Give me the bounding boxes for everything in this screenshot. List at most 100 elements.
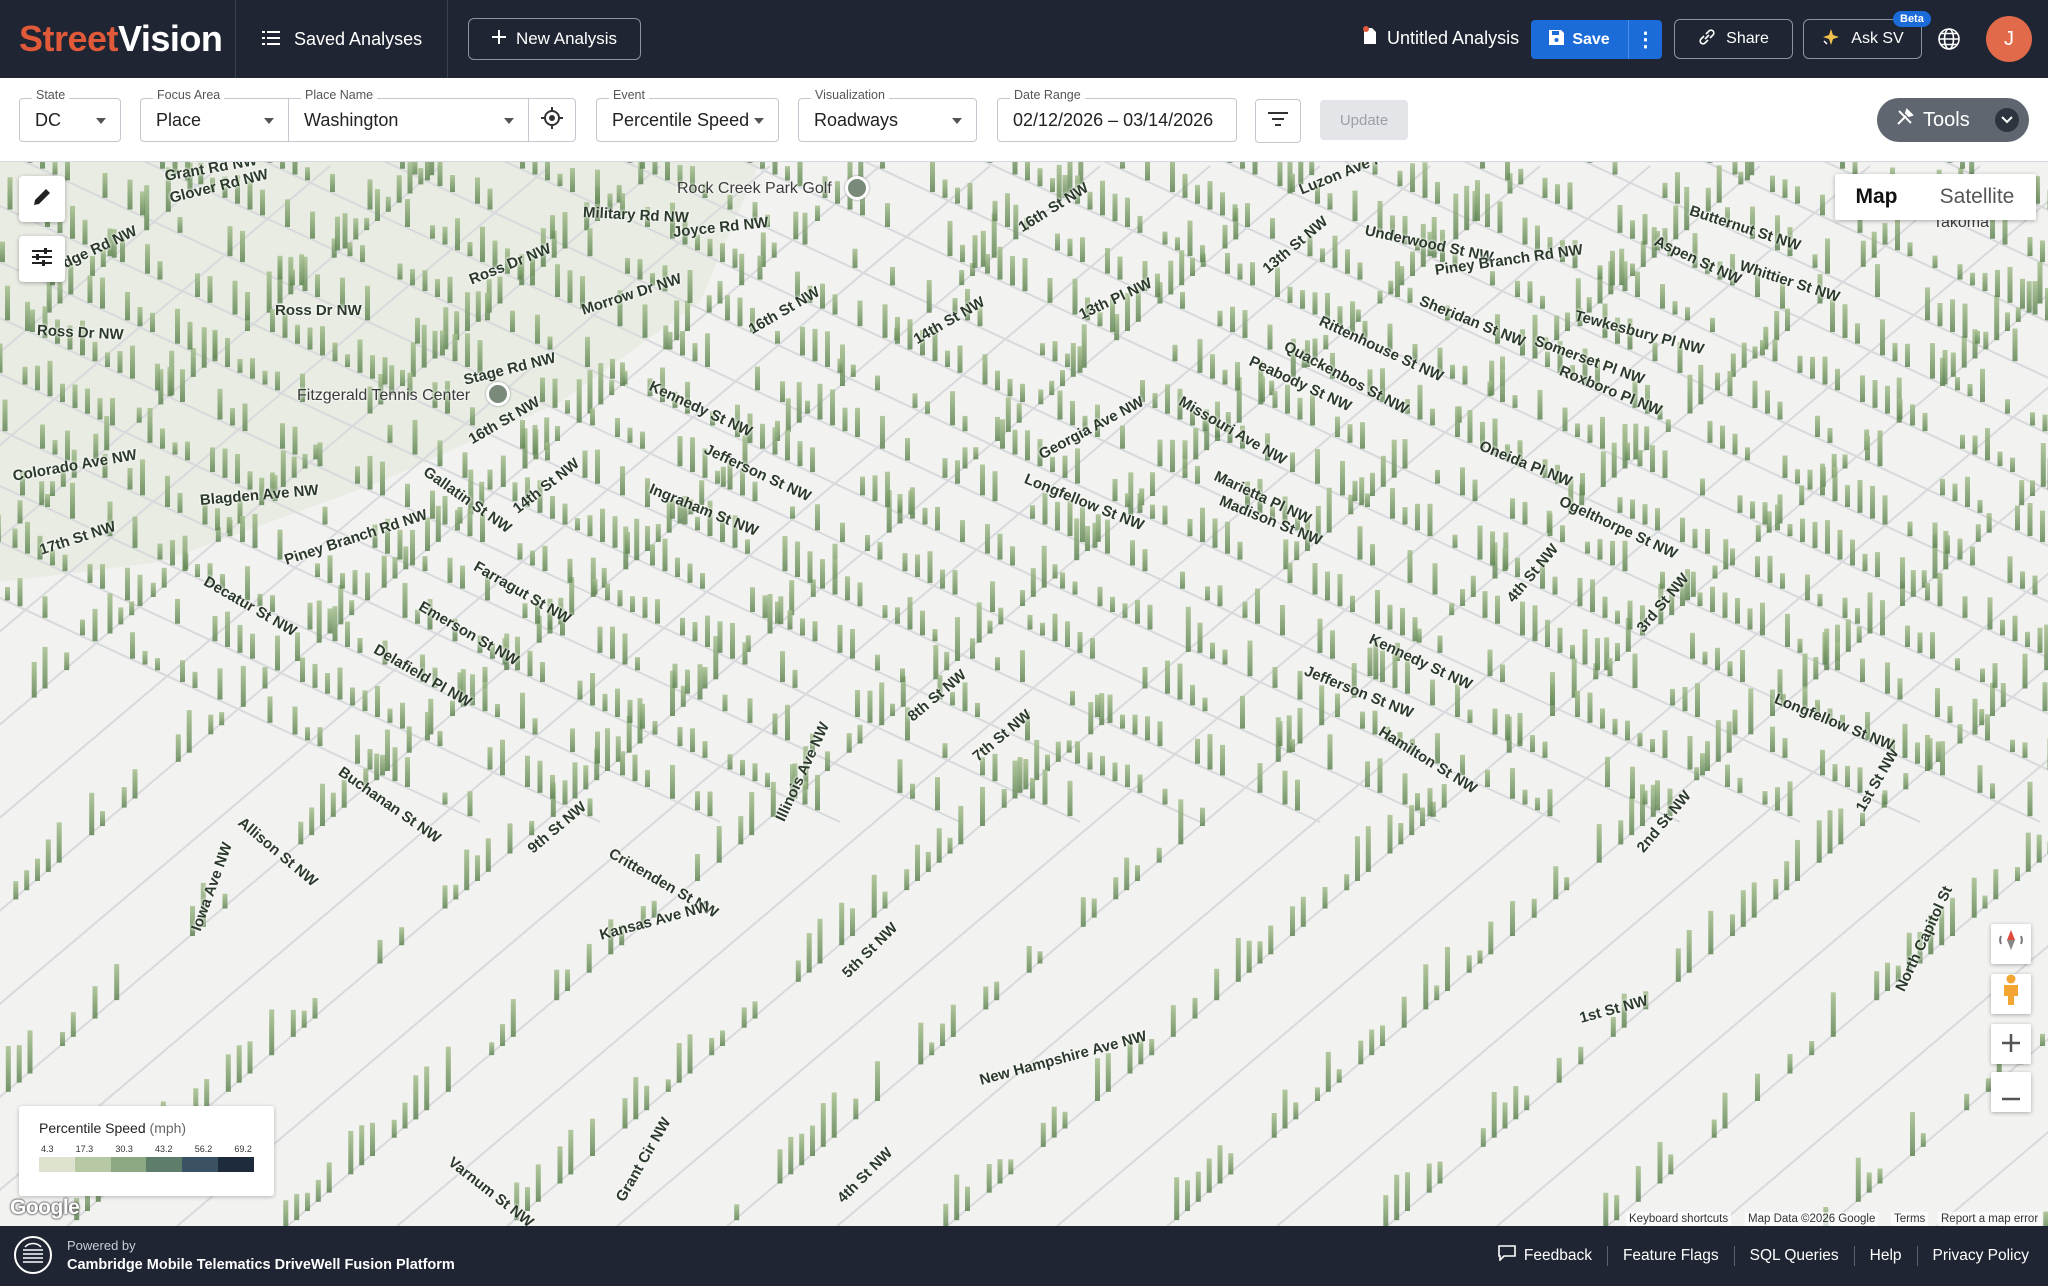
place-name-select[interactable]: Place Name Washington <box>288 88 529 142</box>
filter-lines-icon <box>1268 111 1288 131</box>
footer: Powered by Cambridge Mobile Telematics D… <box>0 1226 2048 1286</box>
ask-sv-label: Ask SV <box>1851 30 1904 47</box>
map-type-map-button[interactable]: Map <box>1835 174 1918 220</box>
more-vertical-icon: ⋮ <box>1635 29 1656 51</box>
zoom-out-button[interactable] <box>1991 1072 2031 1112</box>
date-range-value: 02/12/2026 – 03/14/2026 <box>1013 109 1214 130</box>
divider <box>1606 1245 1608 1266</box>
map-canvas[interactable]: Rock Creek Park Golf Fitzgerald Tennis C… <box>0 162 2048 1226</box>
new-analysis-label: New Analysis <box>515 29 618 48</box>
rotate-compass-button[interactable] <box>1991 924 2031 964</box>
legend-swatch <box>110 1157 147 1172</box>
date-range-label: Date Range <box>1010 88 1085 102</box>
caret-down-icon <box>264 118 274 124</box>
caret-down-icon <box>96 118 106 124</box>
platform-name: Cambridge Mobile Telematics DriveWell Fu… <box>67 1257 455 1273</box>
help-link[interactable]: Help <box>1870 1247 1902 1265</box>
logo-text-vision: Vision <box>118 18 223 59</box>
legend-swatch <box>182 1157 219 1172</box>
save-options-button[interactable]: ⋮ <box>1629 27 1662 52</box>
legend-unit: (mph) <box>149 1120 187 1136</box>
legend-swatch <box>218 1157 254 1172</box>
feature-flags-link[interactable]: Feature Flags <box>1623 1247 1719 1265</box>
speed-legend: Percentile Speed (mph) 4.3 17.3 30.3 43.… <box>19 1106 274 1196</box>
privacy-policy-link[interactable]: Privacy Policy <box>1933 1247 2029 1265</box>
feedback-link[interactable]: Feedback <box>1498 1245 1592 1266</box>
filter-button[interactable] <box>1255 99 1301 143</box>
state-select[interactable]: State DC <box>19 88 121 142</box>
zoom-in-button[interactable] <box>1991 1024 2031 1064</box>
share-label: Share <box>1726 30 1769 47</box>
legend-tick: 17.3 <box>75 1144 94 1154</box>
pencil-icon <box>32 187 52 212</box>
event-label: Event <box>609 88 649 102</box>
visualization-select[interactable]: Visualization Roadways <box>798 88 977 142</box>
globe-icon[interactable] <box>1934 24 1964 54</box>
legend-ticks: 4.3 17.3 30.3 43.2 56.2 69.2 <box>39 1144 254 1154</box>
analysis-title[interactable]: Untitled Analysis <box>1362 26 1519 51</box>
caret-down-icon <box>952 118 962 124</box>
divider <box>1916 1245 1918 1266</box>
locate-button[interactable] <box>528 98 576 142</box>
legend-tick: 69.2 <box>234 1144 252 1154</box>
legend-swatch <box>146 1157 183 1172</box>
poi-label-rock-creek-golf: Rock Creek Park Golf <box>677 180 832 197</box>
pegman-icon <box>2000 974 2022 1014</box>
focus-area-label: Focus Area <box>153 88 225 102</box>
crosshair-icon <box>540 106 564 135</box>
date-range-field[interactable]: Date Range 02/12/2026 – 03/14/2026 <box>997 88 1237 142</box>
draw-pencil-button[interactable] <box>19 176 65 222</box>
visualization-label: Visualization <box>811 88 889 102</box>
tools-button[interactable]: Tools <box>1877 98 2029 142</box>
legend-swatch <box>39 1157 75 1172</box>
terms-link[interactable]: Terms <box>1891 1212 1929 1226</box>
save-button[interactable]: Save <box>1531 20 1629 59</box>
keyboard-shortcuts-link[interactable]: Keyboard shortcuts <box>1626 1212 1732 1226</box>
poi-label-fitzgerald-tennis: Fitzgerald Tennis Center <box>297 387 471 404</box>
tools-label: Tools <box>1923 108 1970 131</box>
place-name-label: Place Name <box>301 88 378 102</box>
filter-bar: State DC Focus Area Place Place Name Was… <box>0 78 2048 162</box>
caret-down-icon <box>754 118 764 124</box>
focus-area-select[interactable]: Focus Area Place <box>140 88 289 142</box>
map-type-toggle: Map Satellite <box>1835 174 2036 220</box>
divider <box>1853 1245 1855 1266</box>
report-map-error-link[interactable]: Report a map error <box>1938 1212 2042 1226</box>
tennis-pin-icon[interactable] <box>486 382 510 406</box>
saved-analyses-button[interactable]: Saved Analyses <box>236 0 448 78</box>
link-icon <box>1698 28 1716 51</box>
legend-tick: 43.2 <box>155 1144 173 1154</box>
beta-badge: Beta <box>1893 11 1931 27</box>
visualization-value: Roadways <box>814 109 899 130</box>
saved-analyses-label: Saved Analyses <box>294 28 423 49</box>
street-view-pegman-button[interactable] <box>1991 974 2031 1014</box>
sparkle-icon <box>1821 27 1841 52</box>
new-analysis-button[interactable]: New Analysis <box>468 18 641 60</box>
google-logo: Google <box>10 1196 80 1219</box>
golf-pin-icon[interactable] <box>845 176 869 200</box>
event-value: Percentile Speed <box>612 109 750 130</box>
divider <box>1733 1245 1735 1266</box>
floppy-disk-icon <box>1549 29 1565 50</box>
map-data-attribution: Map Data ©2026 Google <box>1745 1212 1879 1226</box>
legend-title-text: Percentile Speed <box>39 1120 146 1136</box>
map-type-satellite-button[interactable]: Satellite <box>1918 174 2036 220</box>
legend-tick: 56.2 <box>194 1144 213 1154</box>
legend-color-scale <box>39 1157 254 1172</box>
logo-text-street: Street <box>19 18 119 59</box>
map-settings-button[interactable] <box>19 236 65 282</box>
state-label: State <box>32 88 70 102</box>
user-avatar[interactable]: J <box>1986 16 2032 62</box>
document-icon <box>1362 26 1378 51</box>
sliders-icon <box>32 247 52 271</box>
event-select[interactable]: Event Percentile Speed <box>596 88 779 142</box>
legend-tick: 30.3 <box>115 1144 133 1154</box>
chat-bubble-icon <box>1498 1245 1516 1266</box>
plus-icon <box>491 29 506 49</box>
powered-by-text: Powered by <box>67 1238 136 1253</box>
sql-queries-link[interactable]: SQL Queries <box>1750 1247 1839 1265</box>
legend-swatch <box>74 1157 111 1172</box>
share-button[interactable]: Share <box>1674 19 1793 59</box>
app-logo[interactable]: Street Vision <box>0 0 236 78</box>
update-button[interactable]: Update <box>1320 100 1408 140</box>
